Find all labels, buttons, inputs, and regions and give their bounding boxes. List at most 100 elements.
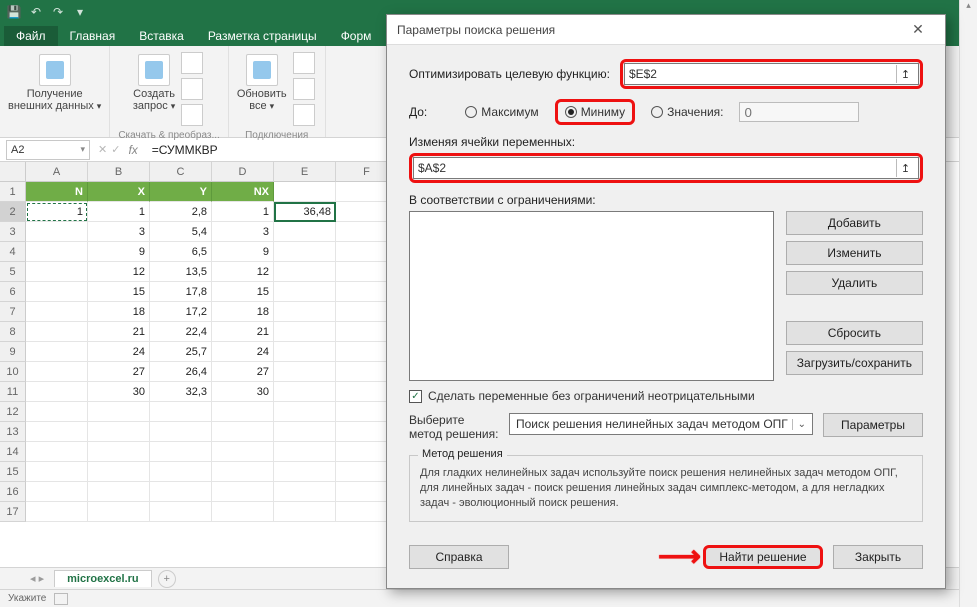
cell-B2[interactable]: 1 (88, 202, 150, 222)
row-12[interactable]: 12 (0, 402, 26, 422)
load-save-button[interactable]: Загрузить/сохранить (786, 351, 923, 375)
tab-pagelayout[interactable]: Разметка страницы (196, 26, 329, 46)
tab-file[interactable]: Файл (4, 26, 58, 46)
row-1[interactable]: 1 (0, 182, 26, 202)
hdr-Y[interactable]: Y (150, 182, 212, 202)
fx-icon[interactable]: fx (124, 143, 141, 157)
query-small-1[interactable] (181, 52, 203, 74)
refresh-all-button[interactable]: Обновитьвсе ▾ (237, 50, 287, 128)
cell-A2[interactable]: 1 (26, 202, 88, 222)
conn-small-3[interactable] (293, 104, 315, 126)
col-A[interactable]: A (26, 162, 88, 182)
hdr-N[interactable]: N (26, 182, 88, 202)
constraints-listbox[interactable] (409, 211, 774, 381)
row-8[interactable]: 8 (0, 322, 26, 342)
row-6[interactable]: 6 (0, 282, 26, 302)
row-15[interactable]: 15 (0, 462, 26, 482)
table-row (26, 482, 398, 502)
col-C[interactable]: C (150, 162, 212, 182)
row-17[interactable]: 17 (0, 502, 26, 522)
changing-value: $A$2 (418, 161, 446, 175)
close-icon[interactable]: ✕ (901, 21, 935, 38)
col-D[interactable]: D (212, 162, 274, 182)
chevron-down-icon[interactable]: ▾ (80, 144, 85, 155)
query-small-2[interactable] (181, 78, 203, 100)
redo-icon[interactable]: ↷ (48, 2, 68, 22)
row-7[interactable]: 7 (0, 302, 26, 322)
add-button[interactable]: Добавить (786, 211, 923, 235)
reset-button[interactable]: Сбросить (786, 321, 923, 345)
radio-max[interactable]: Максимум (459, 103, 544, 121)
row-headers[interactable]: 1 2 3 4 5 6 7 8 9 10 11 12 13 14 15 16 1… (0, 182, 26, 522)
tab-formulas[interactable]: Форм (329, 26, 384, 46)
row-10[interactable]: 10 (0, 362, 26, 382)
table-row (26, 462, 398, 482)
dialog-titlebar[interactable]: Параметры поиска решения ✕ (387, 15, 945, 45)
delete-button[interactable]: Удалить (786, 271, 923, 295)
hdr-X[interactable]: X (88, 182, 150, 202)
column-headers[interactable]: A B C D E F (26, 162, 398, 182)
col-B[interactable]: B (88, 162, 150, 182)
table-row: 3032,330 (26, 382, 398, 402)
chevron-down-icon[interactable]: ⌄ (792, 419, 806, 430)
save-icon[interactable]: 💾 (4, 2, 24, 22)
cell-C2[interactable]: 2,8 (150, 202, 212, 222)
conn-small-1[interactable] (293, 52, 315, 74)
row-11[interactable]: 11 (0, 382, 26, 402)
range-picker-icon[interactable]: ↥ (896, 65, 914, 83)
change-button[interactable]: Изменить (786, 241, 923, 265)
arrow-icon: ⟶ (658, 539, 697, 574)
row-4[interactable]: 4 (0, 242, 26, 262)
table-row (26, 402, 398, 422)
table-row (26, 422, 398, 442)
sheet-tab-active[interactable]: microexcel.ru (54, 570, 152, 587)
row-16[interactable]: 16 (0, 482, 26, 502)
cell-E2[interactable]: 36,48 (274, 202, 336, 222)
cancel-icon[interactable]: ✕ (98, 143, 107, 156)
tab-home[interactable]: Главная (58, 26, 128, 46)
help-button[interactable]: Справка (409, 545, 509, 569)
vertical-scrollbar[interactable]: ▴ (959, 0, 977, 607)
get-external-data-button[interactable]: Получениевнешних данных ▾ (8, 50, 101, 112)
row-13[interactable]: 13 (0, 422, 26, 442)
tab-insert[interactable]: Вставка (127, 26, 196, 46)
radio-value[interactable]: Значения: (645, 103, 729, 121)
name-box[interactable]: A2 ▾ (6, 140, 90, 160)
select-all-corner[interactable] (0, 162, 26, 182)
objective-input[interactable]: $E$2 ↥ (624, 63, 919, 85)
cells-area[interactable]: N X Y NX 1 1 2,8 1 36,48 35,43 96,59 121… (26, 182, 398, 522)
conn-small-2[interactable] (293, 78, 315, 100)
accept-icon[interactable]: ✓ (111, 143, 120, 156)
nonneg-checkbox[interactable]: ✓ Сделать переменные без ограничений нео… (409, 389, 923, 403)
hdr-E[interactable] (274, 182, 336, 202)
changing-cells-input[interactable]: $A$2 ↥ (413, 157, 919, 179)
radio-min[interactable]: Миниму (559, 103, 631, 121)
checkbox-icon: ✓ (409, 390, 422, 403)
solver-dialog: Параметры поиска решения ✕ Оптимизироват… (386, 14, 946, 589)
scroll-up-icon[interactable]: ▴ (960, 0, 977, 16)
macro-record-icon[interactable] (54, 593, 68, 605)
undo-icon[interactable]: ↶ (26, 2, 46, 22)
row-2[interactable]: 2 (0, 202, 26, 222)
params-button[interactable]: Параметры (823, 413, 923, 437)
add-sheet-button[interactable]: + (158, 570, 176, 588)
qat-more-icon[interactable]: ▾ (70, 2, 90, 22)
row-9[interactable]: 9 (0, 342, 26, 362)
query-small-3[interactable] (181, 104, 203, 126)
cell-D2[interactable]: 1 (212, 202, 274, 222)
range-picker-icon[interactable]: ↥ (896, 159, 914, 177)
new-query-button[interactable]: Создатьзапрос ▾ (133, 50, 175, 128)
close-button[interactable]: Закрыть (833, 545, 923, 569)
row-3[interactable]: 3 (0, 222, 26, 242)
radio-value-label: Значения: (667, 105, 723, 119)
col-E[interactable]: E (274, 162, 336, 182)
solve-button[interactable]: Найти решение (703, 545, 823, 569)
method-combo[interactable]: Поиск решения нелинейных задач методом О… (509, 413, 813, 435)
query-icon (138, 54, 170, 86)
sheet-nav[interactable]: ◂ ▸ (30, 572, 44, 585)
table-row: 1817,218 (26, 302, 398, 322)
value-input[interactable] (739, 102, 859, 122)
row-5[interactable]: 5 (0, 262, 26, 282)
row-14[interactable]: 14 (0, 442, 26, 462)
hdr-NX[interactable]: NX (212, 182, 274, 202)
